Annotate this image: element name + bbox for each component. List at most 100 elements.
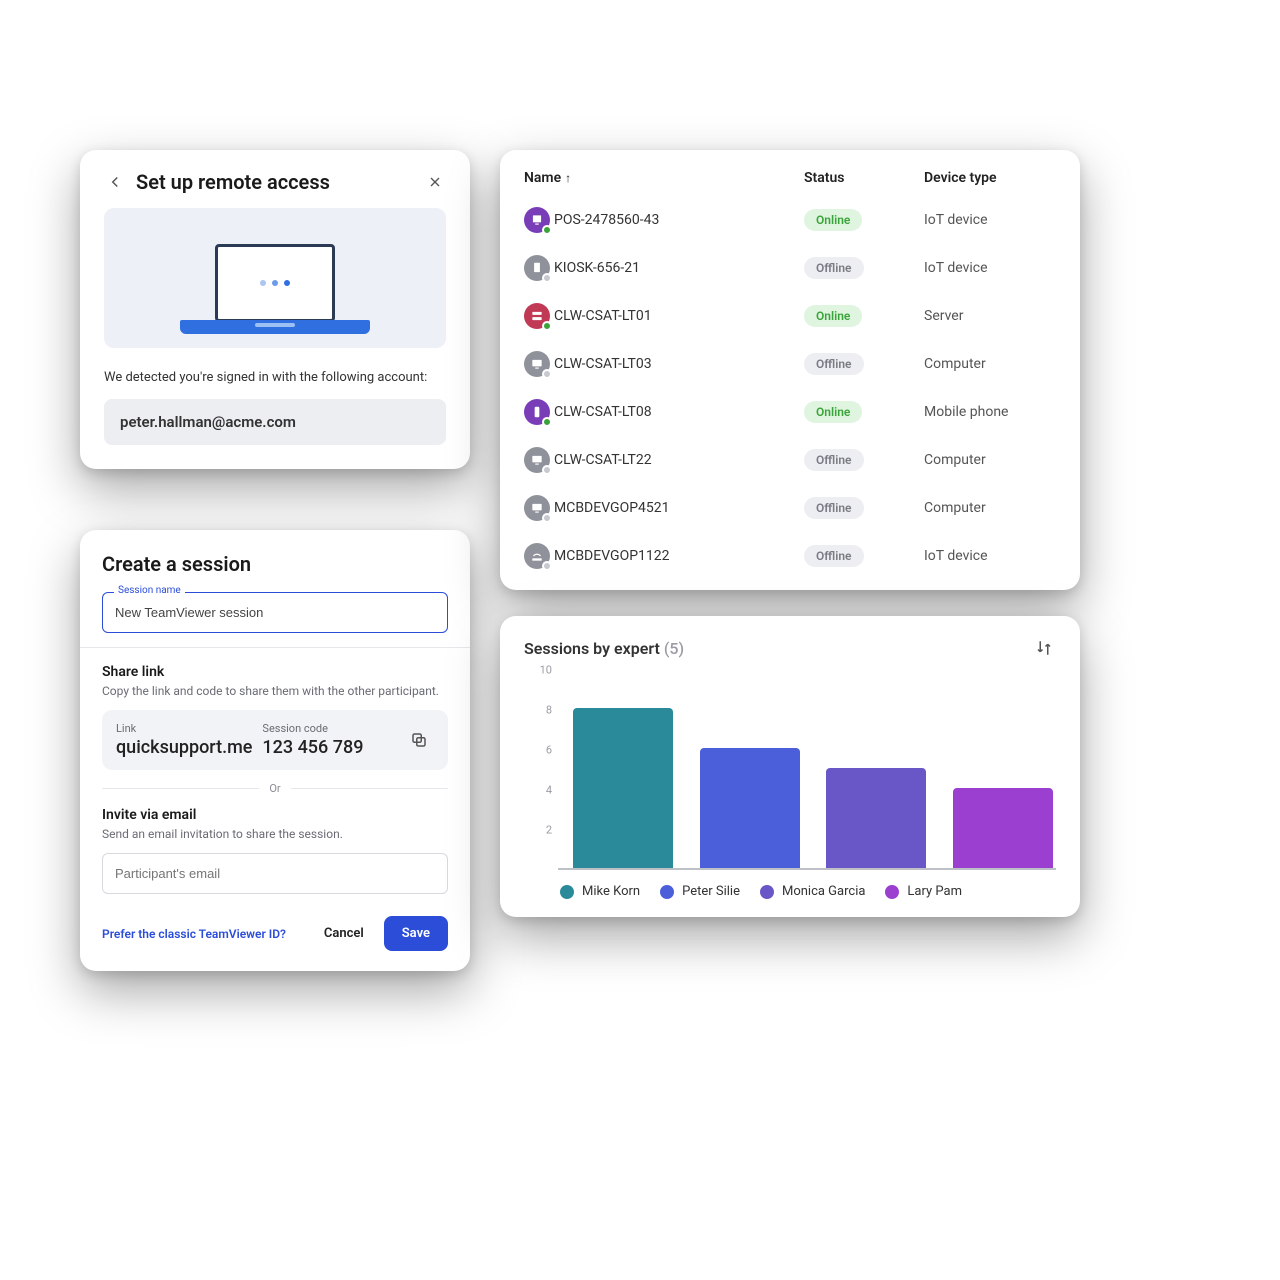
prefer-classic-link[interactable]: Prefer the classic TeamViewer ID? [102,927,304,941]
status-dot-icon [542,561,552,571]
device-type: Computer [924,452,1056,468]
account-email: peter.hallman@acme.com [104,399,446,445]
device-row[interactable]: MCBDEVGOP1122 Offline IoT device [524,532,1056,580]
status-badge: Offline [804,449,864,471]
chart-bar [826,768,926,868]
device-name: CLW-CSAT-LT01 [554,308,652,324]
legend-label: Monica Garcia [782,884,865,899]
chart-count: (5) [664,639,684,658]
status-dot-icon [542,417,552,427]
chart-bar [573,708,673,868]
device-type: Mobile phone [924,404,1056,420]
status-badge: Offline [804,497,864,519]
status-badge: Offline [804,545,864,567]
device-row[interactable]: CLW-CSAT-LT08 Online Mobile phone [524,388,1056,436]
device-type: Computer [924,500,1056,516]
copy-button[interactable] [404,725,434,755]
chart-legend: Mike Korn Peter Silie Monica Garcia Lary Pa… [560,884,1056,899]
cancel-button[interactable]: Cancel [320,918,368,949]
device-list-card: Name ↑ Status Device type POS-2478560-43… [500,150,1080,590]
device-name: CLW-CSAT-LT03 [554,356,652,372]
status-dot-icon [542,513,552,523]
status-dot-icon [542,273,552,283]
computer-icon [524,495,550,521]
sort-button[interactable] [1032,636,1056,660]
device-type: IoT device [924,548,1056,564]
kiosk-icon [524,255,550,281]
share-link-sub: Copy the link and code to share them wit… [102,684,448,698]
legend-swatch [560,885,574,899]
device-row[interactable]: KIOSK-656-21 Offline IoT device [524,244,1056,292]
session-name-label: Session name [114,585,185,596]
session-code-label: Session code [262,722,394,735]
chart-title: Sessions by expert (5) [524,639,1032,658]
chart-bar [700,748,800,868]
device-type: Server [924,308,1056,324]
column-name-label: Name [524,170,561,186]
legend-label: Peter Silie [682,884,740,899]
y-tick: 4 [524,784,552,797]
device-row[interactable]: CLW-CSAT-LT01 Online Server [524,292,1056,340]
column-header-status[interactable]: Status [804,170,924,186]
sort-asc-icon: ↑ [565,171,571,185]
setup-remote-access-card: Set up remote access We detected you're … [80,150,470,469]
participant-email-input[interactable] [102,853,448,894]
y-tick: 10 [524,664,552,677]
status-badge: Online [804,401,862,423]
setup-title: Set up remote access [136,170,414,194]
device-row[interactable]: CLW-CSAT-LT22 Offline Computer [524,436,1056,484]
link-value: quicksupport.me [116,737,252,758]
status-badge: Online [804,209,862,231]
chart-bar [953,788,1053,868]
status-badge: Offline [804,257,864,279]
legend-label: Mike Korn [582,884,640,899]
server-icon [524,303,550,329]
sessions-by-expert-card: Sessions by expert (5) 2 4 6 8 10 Mike Korn P… [500,616,1080,917]
status-dot-icon [542,321,552,331]
column-header-name[interactable]: Name ↑ [524,170,804,186]
legend-item: Peter Silie [660,884,740,899]
status-badge: Online [804,305,862,327]
legend-item: Monica Garcia [760,884,865,899]
legend-swatch [885,885,899,899]
laptop-base-icon [180,320,370,334]
create-session-title: Create a session [102,552,448,576]
device-name: CLW-CSAT-LT08 [554,404,652,420]
y-tick: 6 [524,744,552,757]
pos-icon [524,207,550,233]
status-dot-icon [542,465,552,475]
device-type: Computer [924,356,1056,372]
x-axis [558,868,1056,870]
computer-icon [524,351,550,377]
share-box: Link quicksupport.me Session code 123 45… [102,710,448,770]
laptop-illustration [104,208,446,348]
back-button[interactable] [104,171,126,193]
device-name: POS-2478560-43 [554,212,659,228]
device-row[interactable]: CLW-CSAT-LT03 Offline Computer [524,340,1056,388]
legend-swatch [760,885,774,899]
device-row[interactable]: MCBDEVGOP4521 Offline Computer [524,484,1056,532]
device-type: IoT device [924,212,1056,228]
save-button[interactable]: Save [384,916,448,951]
device-type: IoT device [924,260,1056,276]
session-name-input[interactable] [102,592,448,633]
chart-plot-area: 246810 [524,670,1056,870]
y-tick: 2 [524,824,552,837]
share-link-heading: Share link [102,664,448,680]
device-name: MCBDEVGOP1122 [554,548,670,564]
device-name: CLW-CSAT-LT22 [554,452,652,468]
create-session-card: Create a session Session name Share link… [80,530,470,971]
close-button[interactable] [424,171,446,193]
invite-heading: Invite via email [102,807,448,823]
legend-item: Lary Pam [885,884,962,899]
legend-swatch [660,885,674,899]
link-label: Link [116,722,252,735]
legend-label: Lary Pam [907,884,962,899]
device-name: MCBDEVGOP4521 [554,500,670,516]
session-code-value: 123 456 789 [262,737,394,758]
or-label: Or [269,782,280,795]
column-header-type[interactable]: Device type [924,170,1056,186]
device-row[interactable]: POS-2478560-43 Online IoT device [524,196,1056,244]
laptop-screen-icon [215,244,335,322]
y-tick: 8 [524,704,552,717]
